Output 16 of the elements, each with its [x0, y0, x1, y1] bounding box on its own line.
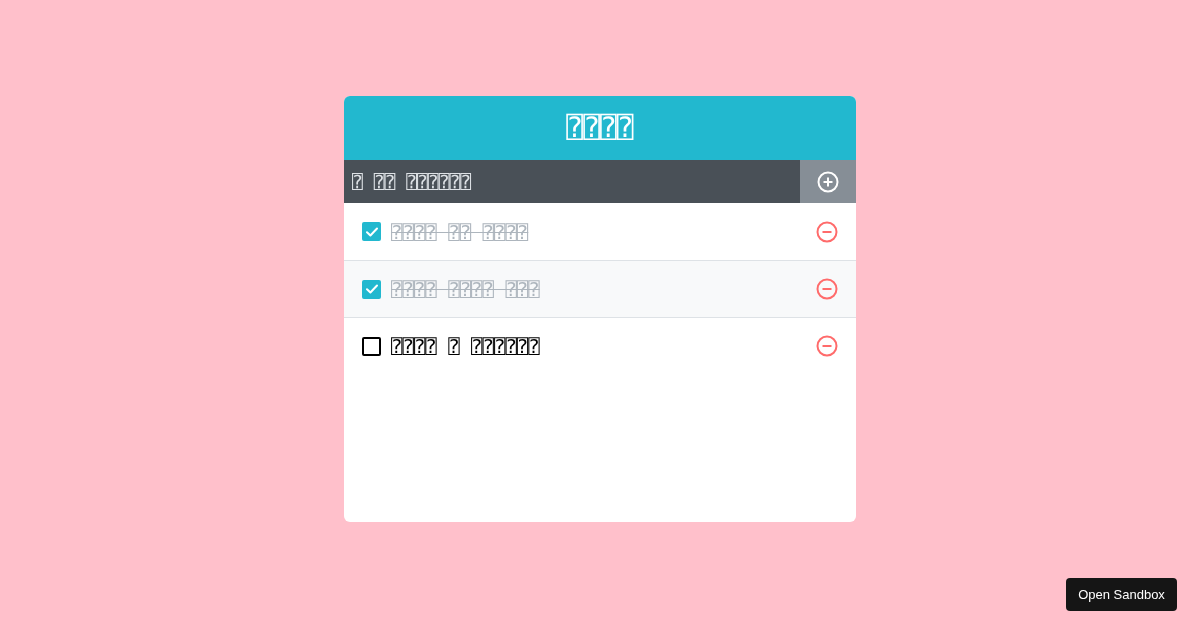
open-sandbox-button[interactable]: Open Sandbox [1066, 578, 1177, 611]
add-button[interactable] [800, 160, 856, 203]
app-title: ⍰⍰⍰⍰ [566, 111, 634, 145]
todo-text: ⍰⍰⍰⍰ ⍰ ⍰⍰⍰⍰⍰⍰ [391, 335, 541, 357]
check-icon [365, 284, 378, 294]
check-icon [365, 226, 378, 237]
minus-circle-icon[interactable] [816, 278, 838, 300]
todo-text: ⍰⍰⍰⍰ ⍰⍰ ⍰⍰⍰⍰ [391, 220, 530, 243]
checkbox[interactable] [362, 222, 381, 241]
minus-circle-icon[interactable] [816, 335, 838, 357]
checkbox[interactable] [362, 336, 381, 356]
minus-circle-icon[interactable] [816, 220, 838, 243]
new-todo-field[interactable]: ⍰ ⍰⍰ ⍰⍰⍰⍰⍰⍰ [344, 160, 800, 203]
checkbox[interactable] [362, 279, 381, 299]
plus-circle-icon [817, 170, 839, 193]
todo-text: ⍰⍰⍰⍰ ⍰⍰⍰⍰ ⍰⍰⍰ [391, 278, 541, 300]
